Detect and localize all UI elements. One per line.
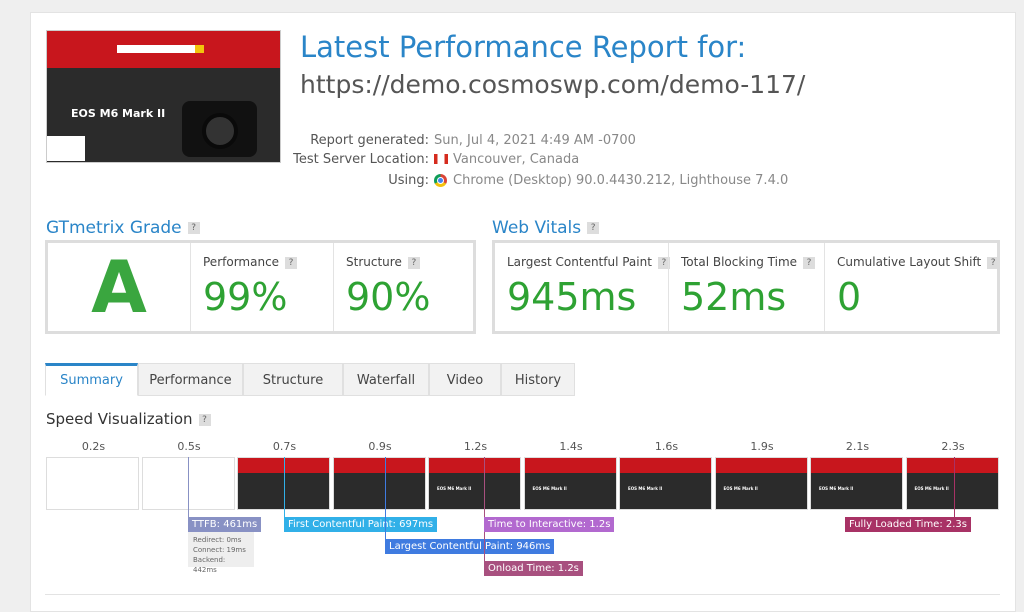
tab-summary[interactable]: Summary xyxy=(45,363,138,396)
tab-structure[interactable]: Structure xyxy=(243,363,343,396)
filmstrip-time-label: 2.3s xyxy=(941,440,965,453)
meta-value: Vancouver, Canada xyxy=(453,152,580,167)
filmstrip-time-label: 0.9s xyxy=(368,440,392,453)
thumbnail-hero-text: EOS M6 Mark II xyxy=(71,107,166,120)
filmstrip-frame[interactable]: EOS M6 Mark II xyxy=(810,457,903,510)
filmstrip-frame[interactable] xyxy=(332,457,426,510)
performance-score: Performance? 99% xyxy=(190,243,333,331)
performance-value: 99% xyxy=(203,275,288,319)
meta-label: Using: xyxy=(388,173,429,188)
vital-value: 945ms xyxy=(507,275,637,319)
report-title: Latest Performance Report for: xyxy=(300,30,747,64)
vital-value: 52ms xyxy=(681,275,787,319)
lcp-marker-line xyxy=(385,457,386,539)
filmstrip-time-label: 1.6s xyxy=(654,440,679,453)
divider xyxy=(45,594,1000,595)
help-icon[interactable]: ? xyxy=(187,222,200,234)
vital-label: Total Blocking Time xyxy=(681,255,798,269)
help-icon[interactable]: ? xyxy=(198,413,211,426)
lcp-marker-label: Largest Contentful Paint: 946ms xyxy=(385,539,555,554)
ttfb-connect: Connect: 19ms xyxy=(193,546,246,554)
performance-label: Performance xyxy=(203,255,280,269)
filmstrip-time-label: 0.7s xyxy=(272,440,297,453)
filmstrip-frame[interactable]: EOS M6 Mark II xyxy=(428,457,521,510)
help-icon[interactable]: ? xyxy=(407,256,420,269)
gtmetrix-grade-title: GTmetrix Grade xyxy=(46,218,182,238)
gtmetrix-grade-heading: GTmetrix Grade? xyxy=(46,218,200,238)
filmstrip-time-label: 0.2s xyxy=(81,440,106,453)
structure-label: Structure xyxy=(346,255,402,269)
structure-score: Structure? 90% xyxy=(333,243,473,331)
report-url[interactable]: https://demo.cosmoswp.com/demo-117/ xyxy=(300,70,805,99)
fully-loaded-marker-label: Fully Loaded Time: 2.3s xyxy=(845,517,971,532)
chrome-icon xyxy=(434,174,447,187)
speed-visualization-heading: Speed Visualization? xyxy=(46,410,211,428)
tti-marker-label: Time to Interactive: 1.2s xyxy=(484,517,615,532)
ttfb-breakdown: Redirect: 0ms Connect: 19ms Backend: 442… xyxy=(188,532,254,574)
gtmetrix-grade-box: A Performance? 99% Structure? 90% xyxy=(45,240,476,334)
speed-visualization-title: Speed Visualization xyxy=(46,410,193,428)
meta-value: Sun, Jul 4, 2021 4:49 AM -0700 xyxy=(434,133,636,148)
help-icon[interactable]: ? xyxy=(285,256,298,269)
vital-tbt: Total Blocking Time? 52ms xyxy=(668,243,824,331)
web-vitals-box: Largest Contentful Paint? 945ms Total Bl… xyxy=(492,240,1000,334)
vital-label: Largest Contentful Paint xyxy=(507,255,652,269)
vital-cls: Cumulative Layout Shift? 0 xyxy=(824,243,1000,331)
ttfb-redirect: Redirect: 0ms xyxy=(193,536,242,544)
filmstrip-time-label: 1.9s xyxy=(750,440,774,453)
filmstrip-frame[interactable]: EOS M6 Mark II xyxy=(619,457,712,510)
filmstrip-frame[interactable]: EOS M6 Mark II xyxy=(905,457,999,510)
help-icon[interactable]: ? xyxy=(987,256,1000,269)
filmstrip-time-label: 1.2s xyxy=(463,440,488,453)
fcp-marker-label: First Contentful Paint: 697ms xyxy=(284,517,438,532)
filmstrip-frame[interactable]: EOS M6 Mark II xyxy=(523,457,617,510)
structure-value: 90% xyxy=(346,275,431,319)
vital-value: 0 xyxy=(837,275,862,319)
vital-lcp: Largest Contentful Paint? 945ms xyxy=(495,243,670,331)
filmstrip-time-label: 0.5s xyxy=(177,440,201,453)
filmstrip-frame[interactable] xyxy=(46,457,139,510)
fcp-marker-line xyxy=(284,457,285,517)
ttfb-marker-label: TTFB: 461ms xyxy=(188,517,262,532)
fully-loaded-marker-line xyxy=(954,457,955,517)
filmstrip-frame[interactable]: EOS M6 Mark II xyxy=(714,457,808,510)
onload-marker-line xyxy=(484,457,485,561)
meta-label: Report generated: xyxy=(310,133,429,148)
help-icon[interactable]: ? xyxy=(803,256,816,269)
filmstrip-time-label: 2.1s xyxy=(845,440,870,453)
web-vitals-heading: Web Vitals? xyxy=(492,218,600,238)
meta-value: Chrome (Desktop) 90.0.4430.212, Lighthou… xyxy=(453,173,789,188)
vital-label: Cumulative Layout Shift xyxy=(837,255,982,269)
filmstrip-time-label: 1.4s xyxy=(559,440,583,453)
help-icon[interactable]: ? xyxy=(587,222,600,234)
tab-performance[interactable]: Performance xyxy=(138,363,243,396)
tab-history[interactable]: History xyxy=(501,363,575,396)
onload-marker-label: Onload Time: 1.2s xyxy=(484,561,583,576)
ttfb-marker-line xyxy=(188,457,189,517)
meta-label: Test Server Location: xyxy=(293,152,429,167)
canada-flag-icon xyxy=(434,154,448,164)
report-tabs: Summary Performance Structure Waterfall … xyxy=(45,363,575,396)
tab-video[interactable]: Video xyxy=(429,363,501,396)
web-vitals-title: Web Vitals xyxy=(492,218,582,238)
ttfb-backend: Backend: 442ms xyxy=(193,556,226,574)
tab-waterfall[interactable]: Waterfall xyxy=(343,363,429,396)
grade-letter: A xyxy=(91,245,147,329)
report-meta: Report generated: Sun, Jul 4, 2021 4:49 … xyxy=(0,130,1024,200)
